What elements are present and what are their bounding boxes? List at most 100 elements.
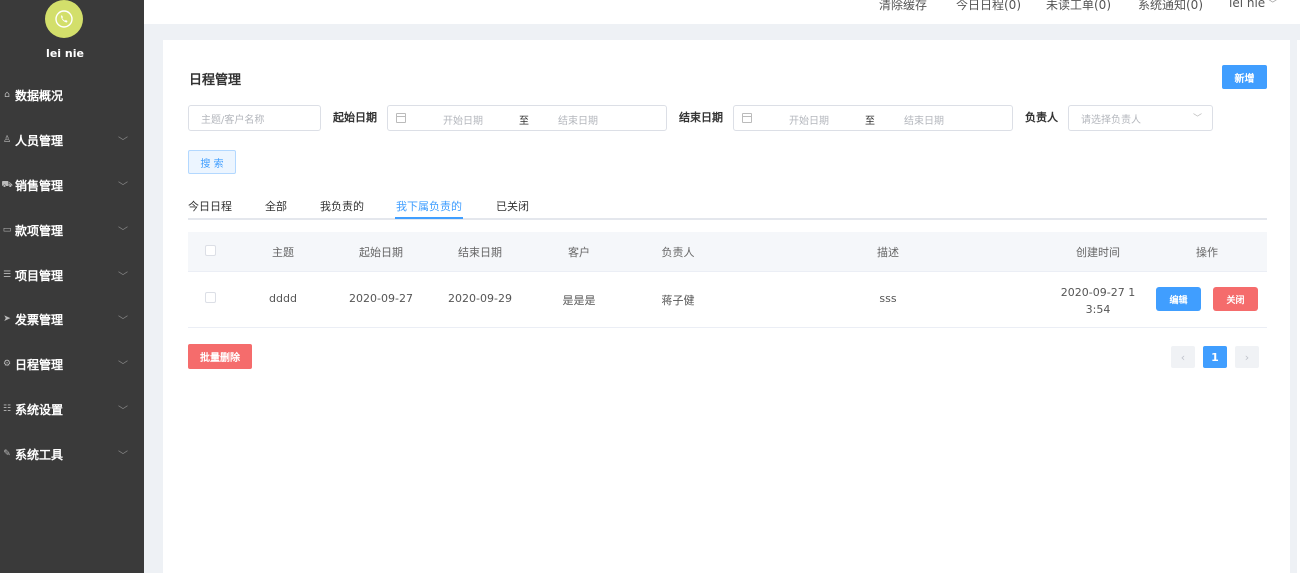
sidebar-item-label: 款项管理	[15, 223, 64, 238]
created-time-line-1: 2020-09-27 1	[1060, 286, 1136, 299]
sidebar-item-7[interactable]: ⚙ 日程管理 ﹀	[0, 354, 144, 374]
sidebar-item-label: 数据概况	[15, 88, 64, 103]
header-created-time: 创建时间	[1076, 246, 1120, 259]
gear-icon: ⚙	[2, 359, 12, 369]
chevron-down-icon: ﹀	[1192, 114, 1202, 124]
pagination-prev-button[interactable]: ‹	[1171, 346, 1195, 368]
owner-select-placeholder: 请选择负责人	[1081, 114, 1141, 126]
chevron-down-icon: ﹀	[118, 406, 128, 417]
wrench-icon: ✎	[3, 449, 11, 459]
notifications-link[interactable]: 系统通知(0)	[1138, 0, 1203, 13]
range-end-placeholder: 结束日期	[558, 116, 598, 127]
cell-created-time: 2020-09-27 1 3:54	[1048, 284, 1148, 318]
sidebar-item-9[interactable]: ✎ 系统工具 ﹀	[0, 444, 144, 464]
main-card: 日程管理 新增 主题/客户名称 起始日期 开始日期 至 结束日期 结束日期 开始…	[163, 40, 1290, 573]
add-button[interactable]: 新增	[1222, 65, 1267, 89]
chevron-down-icon: ﹀	[118, 227, 128, 238]
header-end-date: 结束日期	[458, 246, 502, 259]
tab-all[interactable]: 全部	[265, 198, 287, 214]
chevron-down-icon: ﹀	[118, 361, 128, 372]
range-separator: 至	[519, 116, 529, 127]
header-subject: 主题	[272, 246, 294, 259]
close-button[interactable]: 关闭	[1213, 287, 1258, 311]
batch-delete-button[interactable]: 批量删除	[188, 344, 252, 369]
unread-orders-link[interactable]: 未读工单(0)	[1046, 0, 1111, 13]
sidebar-item-1[interactable]: ⌂ 数据概况	[0, 85, 144, 105]
sidebar-item-label: 系统工具	[15, 447, 64, 462]
range-separator: 至	[865, 116, 875, 127]
tab-bar: 今日日程 全部 我负责的 我下属负责的 已关闭	[188, 198, 1267, 220]
end-date-label: 结束日期	[679, 111, 723, 124]
table-header: 主题 起始日期 结束日期 客户 负责人 描述 创建时间 操作	[188, 232, 1267, 272]
top-bar: 清除缓存 今日日程(0) 未读工单(0) 系统通知(0) lei nie ﹀	[144, 0, 1300, 24]
clear-cache-link[interactable]: 清除缓存	[879, 0, 927, 13]
range-start-placeholder: 开始日期	[789, 116, 829, 127]
money-icon: ▭	[2, 225, 12, 235]
sidebar-item-4[interactable]: ▭ 款项管理 ﹀	[0, 220, 144, 240]
start-date-range-picker[interactable]: 开始日期 至 结束日期	[387, 105, 667, 131]
sidebar-item-2[interactable]: ♙ 人员管理 ﹀	[0, 130, 144, 150]
send-icon: ➤	[3, 314, 11, 324]
sidebar-item-5[interactable]: ☰ 项目管理 ﹀	[0, 265, 144, 285]
user-icon: ♙	[2, 135, 12, 145]
tab-closed[interactable]: 已关闭	[496, 198, 529, 214]
avatar[interactable]	[45, 0, 83, 38]
range-start-placeholder: 开始日期	[443, 116, 483, 127]
today-schedule-link[interactable]: 今日日程(0)	[956, 0, 1021, 13]
tab-today[interactable]: 今日日程	[188, 198, 232, 214]
pagination-next-button[interactable]: ›	[1235, 346, 1259, 368]
sidebar: lei nie ⌂ 数据概况 ♙ 人员管理 ﹀ ⛟ 销售管理 ﹀ ▭ 款项管理 ﹀ ☰ 项目管理 ﹀ ➤ 发票…	[0, 0, 144, 573]
header-start-date: 起始日期	[359, 246, 403, 259]
sidebar-item-label: 系统设置	[15, 402, 64, 417]
search-button[interactable]: 搜 索	[188, 150, 236, 174]
sidebar-item-label: 项目管理	[15, 268, 64, 283]
row-checkbox[interactable]	[205, 292, 216, 303]
start-date-label: 起始日期	[333, 111, 377, 124]
chevron-down-icon: ﹀	[118, 316, 128, 327]
header-actions: 操作	[1196, 246, 1218, 259]
sidebar-item-label: 销售管理	[15, 178, 64, 193]
calendar-icon	[396, 113, 406, 123]
user-menu[interactable]: lei nie ﹀	[1229, 0, 1277, 10]
user-menu-label: lei nie	[1229, 0, 1266, 10]
calendar-icon	[742, 113, 752, 123]
sidebar-item-label: 人员管理	[15, 133, 64, 148]
chevron-down-icon: ﹀	[118, 451, 128, 462]
cell-owner: 蒋子健	[661, 294, 695, 307]
sidebar-item-3[interactable]: ⛟ 销售管理 ﹀	[0, 175, 144, 195]
owner-select[interactable]: 请选择负责人 ﹀	[1068, 105, 1213, 131]
sidebar-username: lei nie	[46, 47, 84, 60]
edit-button[interactable]: 编辑	[1156, 287, 1201, 311]
tab-subordinates[interactable]: 我下属负责的	[396, 198, 462, 214]
created-time-line-2: 3:54	[1085, 303, 1111, 316]
cell-end-date: 2020-09-29	[448, 292, 512, 305]
header-description: 描述	[877, 246, 899, 259]
active-tab-indicator	[395, 217, 463, 219]
select-all-checkbox[interactable]	[205, 245, 216, 256]
range-end-placeholder: 结束日期	[904, 116, 944, 127]
home-icon: ⌂	[4, 90, 10, 100]
chevron-down-icon: ﹀	[118, 272, 128, 283]
pagination-page-1[interactable]: 1	[1203, 346, 1227, 368]
sidebar-item-6[interactable]: ➤ 发票管理 ﹀	[0, 309, 144, 329]
phone-icon	[55, 10, 73, 28]
cell-description: sss	[879, 292, 897, 305]
chevron-down-icon: ﹀	[118, 137, 128, 148]
cell-start-date: 2020-09-27	[349, 292, 413, 305]
users-icon: ☷	[2, 404, 12, 414]
subject-search-input[interactable]: 主题/客户名称	[188, 105, 321, 131]
end-date-range-picker[interactable]: 开始日期 至 结束日期	[733, 105, 1013, 131]
page-title: 日程管理	[189, 73, 242, 88]
chevron-down-icon: ﹀	[118, 182, 128, 193]
tab-mine[interactable]: 我负责的	[320, 198, 364, 214]
chevron-down-icon: ﹀	[1268, 0, 1278, 10]
sidebar-item-8[interactable]: ☷ 系统设置 ﹀	[0, 399, 144, 419]
database-icon: ☰	[2, 270, 12, 280]
sidebar-item-label: 发票管理	[15, 312, 64, 327]
owner-label: 负责人	[1025, 111, 1058, 124]
cart-icon: ⛟	[1, 179, 13, 190]
cell-subject: dddd	[269, 292, 297, 305]
cell-customer: 是是是	[562, 294, 596, 307]
subject-search-placeholder: 主题/客户名称	[201, 114, 265, 126]
sidebar-item-label: 日程管理	[15, 357, 64, 372]
